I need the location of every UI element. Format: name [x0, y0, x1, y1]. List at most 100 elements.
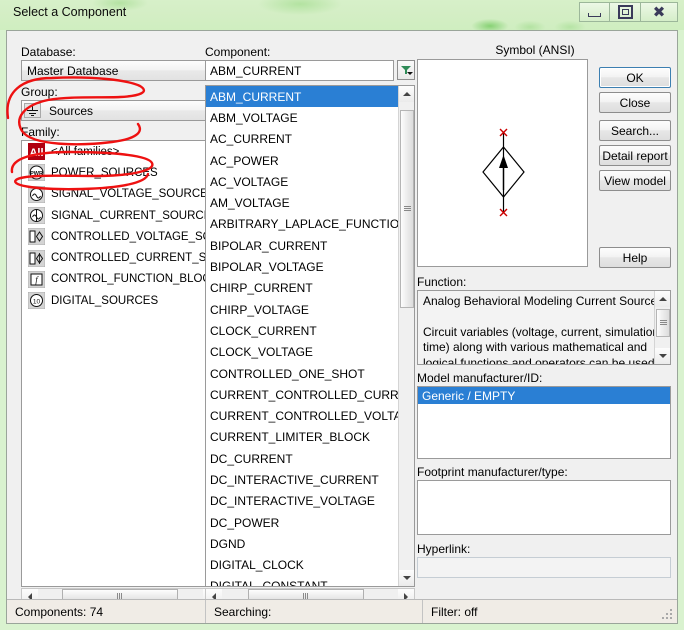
- component-item[interactable]: DIGITAL_CONSTANT: [206, 576, 398, 586]
- filter-funnel-icon: [400, 65, 413, 76]
- component-item-label: DC_INTERACTIVE_CURRENT: [210, 472, 379, 487]
- detail-report-button[interactable]: Detail report: [599, 145, 671, 166]
- family-item-digital-sources[interactable]: 10 DIGITAL_SOURCES: [22, 290, 219, 311]
- component-label: Component:: [205, 45, 271, 59]
- family-list[interactable]: All <All families> PWR POWER_SOURCES SIGNAL_…: [21, 140, 220, 587]
- component-item-label: AM_VOLTAGE: [210, 196, 290, 211]
- database-combo[interactable]: Master Database: [21, 60, 220, 81]
- component-list[interactable]: ABM_CURRENT ABM_VOLTAGE AC_CURRENT AC_POWER…: [205, 85, 415, 587]
- group-label: Group:: [21, 85, 58, 99]
- power-sources-icon: PWR: [27, 164, 46, 182]
- family-item-controlled-current-soui[interactable]: CONTROLLED_CURRENT_SOUI: [22, 247, 219, 268]
- family-item-control-function-blocks[interactable]: f CONTROL_FUNCTION_BLOCKS: [22, 269, 219, 290]
- component-item-label: CHIRP_CURRENT: [210, 281, 313, 296]
- component-item[interactable]: DIGITAL_CLOCK: [206, 555, 398, 576]
- component-item[interactable]: DC_INTERACTIVE_VOLTAGE: [206, 491, 398, 512]
- component-item[interactable]: BIPOLAR_VOLTAGE: [206, 256, 398, 277]
- function-line-2: Circuit variables (voltage, current, sim…: [423, 324, 660, 339]
- help-button[interactable]: Help: [599, 247, 671, 268]
- function-line-4: logical functions and operators can be u…: [423, 355, 655, 365]
- hyperlink-label: Hyperlink:: [417, 542, 471, 556]
- component-item-label: CURRENT_CONTROLLED_VOLTAGE_SO: [210, 409, 398, 424]
- component-item[interactable]: DGND: [206, 533, 398, 554]
- component-item[interactable]: ABM_VOLTAGE: [206, 107, 398, 128]
- function-line-1: Analog Behavioral Modeling Current Sourc…: [423, 294, 661, 308]
- abm-current-source-symbol: [482, 128, 525, 217]
- model-manufacturer-selected-item[interactable]: Generic / EMPTY: [418, 387, 670, 404]
- minimize-button[interactable]: [579, 2, 610, 22]
- component-item[interactable]: ARBITRARY_LAPLACE_FUNCTION: [206, 214, 398, 235]
- select-a-component-dialog: Select a Component ✖ Database: Master Da…: [0, 0, 684, 630]
- group-combo[interactable]: Sources: [21, 100, 220, 121]
- component-item-label: CONTROLLED_ONE_SHOT: [210, 366, 365, 381]
- vscroll-down-button[interactable]: [655, 348, 670, 364]
- search-button[interactable]: Search...: [599, 120, 671, 141]
- component-item[interactable]: CLOCK_VOLTAGE: [206, 342, 398, 363]
- component-item-label: DIGITAL_CLOCK: [210, 558, 304, 573]
- vscroll-down-button[interactable]: [399, 570, 414, 586]
- family-item-label: <All families>: [51, 145, 120, 158]
- component-item[interactable]: CURRENT_LIMITER_BLOCK: [206, 427, 398, 448]
- component-item[interactable]: ABM_CURRENT: [206, 86, 398, 108]
- component-item[interactable]: CHIRP_CURRENT: [206, 278, 398, 299]
- family-item-signal-current-sources[interactable]: SIGNAL_CURRENT_SOURCES: [22, 205, 219, 226]
- svg-text:10: 10: [33, 299, 41, 306]
- component-item[interactable]: AC_VOLTAGE: [206, 171, 398, 192]
- group-combo-value: Sources: [49, 103, 94, 118]
- close-button-main[interactable]: Close: [599, 92, 671, 113]
- component-item[interactable]: AC_CURRENT: [206, 129, 398, 150]
- ok-button[interactable]: OK: [599, 67, 671, 88]
- component-item-label: AC_VOLTAGE: [210, 174, 289, 189]
- close-button[interactable]: ✖: [641, 2, 678, 22]
- family-item-label: CONTROL_FUNCTION_BLOCKS: [51, 273, 219, 286]
- function-label: Function:: [417, 275, 467, 289]
- control-function-blocks-icon: f: [27, 270, 46, 289]
- component-item-label: ARBITRARY_LAPLACE_FUNCTION: [210, 217, 398, 232]
- resize-grip-icon[interactable]: [662, 609, 674, 621]
- filter-button[interactable]: [397, 60, 415, 80]
- family-item-label: SIGNAL_CURRENT_SOURCES: [51, 209, 219, 222]
- component-item[interactable]: CLOCK_CURRENT: [206, 320, 398, 341]
- family-item-label: DIGITAL_SOURCES: [51, 294, 159, 307]
- component-item[interactable]: CURRENT_CONTROLLED_VOLTAGE_SO: [206, 405, 398, 426]
- vscroll-thumb[interactable]: [400, 110, 414, 308]
- function-description-box[interactable]: Analog Behavioral Modeling Current Sourc…: [417, 290, 671, 365]
- component-item[interactable]: BIPOLAR_CURRENT: [206, 235, 398, 256]
- family-item-all-families[interactable]: All <All families>: [22, 141, 219, 162]
- vscroll-up-button[interactable]: [399, 86, 414, 102]
- all-families-icon: All: [28, 143, 45, 161]
- footprint-manufacturer-list[interactable]: [417, 480, 671, 535]
- status-bar: Components: 74 Searching: Filter: off: [7, 599, 677, 623]
- family-label: Family:: [21, 125, 60, 139]
- status-components: Components: 74: [15, 604, 104, 619]
- component-item[interactable]: CONTROLLED_ONE_SHOT: [206, 363, 398, 384]
- component-item[interactable]: DC_INTERACTIVE_CURRENT: [206, 469, 398, 490]
- function-description-text: Analog Behavioral Modeling Current Sourc…: [418, 291, 670, 365]
- restore-button[interactable]: [610, 2, 641, 22]
- model-manufacturer-list[interactable]: Generic / EMPTY: [417, 386, 671, 459]
- component-item[interactable]: DC_POWER: [206, 512, 398, 533]
- component-item[interactable]: AM_VOLTAGE: [206, 192, 398, 213]
- family-item-power-sources[interactable]: PWR POWER_SOURCES: [22, 162, 219, 183]
- component-item-label: CURRENT_CONTROLLED_CURRENT_S: [210, 387, 398, 402]
- component-item[interactable]: CHIRP_VOLTAGE: [206, 299, 398, 320]
- component-item-label: ABM_VOLTAGE: [210, 110, 298, 125]
- family-item-signal-voltage-sources[interactable]: SIGNAL_VOLTAGE_SOURCES: [22, 184, 219, 205]
- vscroll-thumb[interactable]: [656, 309, 670, 337]
- component-item-label: BIPOLAR_CURRENT: [210, 238, 328, 253]
- function-vscrollbar[interactable]: [654, 291, 670, 364]
- restore-icon: [617, 5, 633, 19]
- component-search-input[interactable]: ABM_CURRENT: [205, 60, 394, 81]
- vscroll-up-button[interactable]: [655, 291, 670, 307]
- view-model-button[interactable]: View model: [599, 170, 671, 191]
- component-item[interactable]: CURRENT_CONTROLLED_CURRENT_S: [206, 384, 398, 405]
- component-item[interactable]: DC_CURRENT: [206, 448, 398, 469]
- component-vscrollbar[interactable]: [398, 86, 414, 586]
- symbol-preview: [417, 59, 588, 267]
- component-search-value: ABM_CURRENT: [210, 63, 302, 78]
- database-label: Database:: [21, 45, 76, 59]
- hyperlink-input[interactable]: [417, 557, 671, 578]
- family-item-controlled-voltage-sour[interactable]: CONTROLLED_VOLTAGE_SOUR: [22, 226, 219, 247]
- ground-source-icon: [24, 103, 41, 118]
- component-item[interactable]: AC_POWER: [206, 150, 398, 171]
